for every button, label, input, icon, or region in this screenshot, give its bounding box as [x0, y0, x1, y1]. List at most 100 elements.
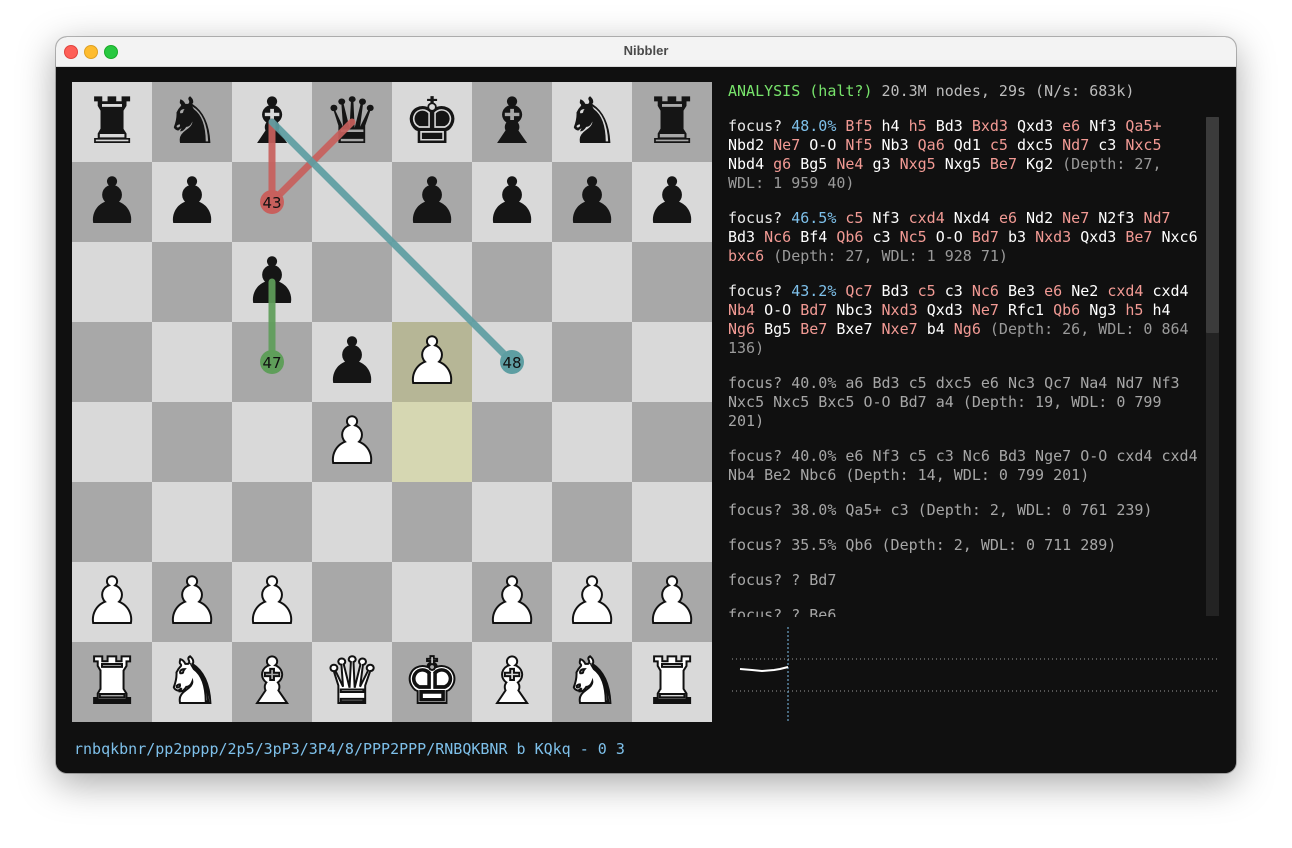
square-h1[interactable]: ♜ [632, 642, 712, 722]
square-g5[interactable] [552, 322, 632, 402]
square-b7[interactable]: ♟ [152, 162, 232, 242]
analysis-status[interactable]: ANALYSIS (halt?) 20.3M nodes, 29s (N/s: … [728, 82, 1206, 101]
black-rook-icon[interactable]: ♜ [72, 82, 152, 162]
pv-move[interactable]: h4 [882, 117, 900, 135]
square-g6[interactable] [552, 242, 632, 322]
analysis-scrollbar[interactable] [1206, 117, 1219, 616]
pv-move[interactable]: Nxc5 [1125, 136, 1161, 154]
pv-move[interactable]: c3 [945, 282, 963, 300]
black-pawn-icon[interactable]: ♟ [72, 162, 152, 242]
pv-move[interactable]: Qxd3 [1080, 228, 1116, 246]
square-c5[interactable] [232, 322, 312, 402]
pv-move[interactable]: Nxd3 [882, 301, 918, 319]
black-pawn-icon[interactable]: ♟ [392, 162, 472, 242]
pv-move[interactable]: Nb4 [728, 301, 755, 319]
pv-move[interactable]: Be7 [800, 320, 827, 338]
white-pawn-icon[interactable]: ♟ [632, 562, 712, 642]
pv-move[interactable]: O-O [764, 301, 791, 319]
pv-move[interactable]: Ne7 [1062, 209, 1089, 227]
pv-move[interactable]: Bxd3 [972, 117, 1008, 135]
pv-move[interactable]: cxd4 [909, 209, 945, 227]
pv-move[interactable]: h5 [909, 117, 927, 135]
pv-move[interactable]: Ng6 [728, 320, 755, 338]
square-d2[interactable] [312, 562, 392, 642]
pv-line-inactive[interactable]: focus? ? Bd7 [728, 571, 1206, 590]
pv-move[interactable]: Ne7 [773, 136, 800, 154]
square-a3[interactable] [72, 482, 152, 562]
scrollbar-thumb[interactable] [1206, 117, 1219, 333]
black-pawn-icon[interactable]: ♟ [312, 322, 392, 402]
square-g1[interactable]: ♞ [552, 642, 632, 722]
square-a7[interactable]: ♟ [72, 162, 152, 242]
pv-move[interactable]: Nxd3 [1035, 228, 1071, 246]
pv-move[interactable]: Bd3 [728, 228, 755, 246]
pv-move[interactable]: Nd7 [1062, 136, 1089, 154]
pv-move[interactable]: h5 [1125, 301, 1143, 319]
pv-move[interactable]: b3 [1008, 228, 1026, 246]
square-e2[interactable] [392, 562, 472, 642]
square-h2[interactable]: ♟ [632, 562, 712, 642]
pv-move[interactable]: Qxd3 [927, 301, 963, 319]
chess-board[interactable]: ♜ ♞ ♝ ♛ ♚ ♝ ♞ ♜ ♟ ♟ ♟ ♟ ♟ ♟ ♟ ♟ ♟ ♟ ♟ ♟ ♟ ♟ ♟ ♟ ♜ ♞ ♝ ♛ ♚ ♝ ♞ ♜ 43 47 48 [72, 82, 712, 722]
pv-move[interactable]: Qb6 [1053, 301, 1080, 319]
square-d5[interactable]: ♟ [312, 322, 392, 402]
square-a8[interactable]: ♜ [72, 82, 152, 162]
square-h7[interactable]: ♟ [632, 162, 712, 242]
pv-move[interactable]: Bg5 [764, 320, 791, 338]
square-f3[interactable] [472, 482, 552, 562]
pv-move[interactable]: Ng3 [1089, 301, 1116, 319]
pv-move[interactable]: Ne7 [972, 301, 999, 319]
square-g2[interactable]: ♟ [552, 562, 632, 642]
square-g4[interactable] [552, 402, 632, 482]
pv-move[interactable]: Nc6 [764, 228, 791, 246]
square-b2[interactable]: ♟ [152, 562, 232, 642]
square-e8[interactable]: ♚ [392, 82, 472, 162]
square-a1[interactable]: ♜ [72, 642, 152, 722]
square-d4[interactable]: ♟ [312, 402, 392, 482]
white-pawn-icon[interactable]: ♟ [72, 562, 152, 642]
square-b8[interactable]: ♞ [152, 82, 232, 162]
pv-move[interactable]: Qd1 [954, 136, 981, 154]
black-pawn-icon[interactable]: ♟ [472, 162, 552, 242]
square-h6[interactable] [632, 242, 712, 322]
focus-toggle[interactable]: focus? [728, 117, 782, 135]
square-e3[interactable] [392, 482, 472, 562]
white-pawn-icon[interactable]: ♟ [312, 402, 392, 482]
black-pawn-icon[interactable]: ♟ [232, 242, 312, 322]
pv-move[interactable]: Nxe7 [882, 320, 918, 338]
pv-move[interactable]: Bf4 [800, 228, 827, 246]
black-pawn-icon[interactable]: ♟ [152, 162, 232, 242]
square-d7[interactable] [312, 162, 392, 242]
pv-move[interactable]: c5 [845, 209, 863, 227]
pv-move[interactable]: Nc6 [972, 282, 999, 300]
pv-move[interactable]: Nb3 [882, 136, 909, 154]
pv-move[interactable]: O-O [809, 136, 836, 154]
square-e6[interactable] [392, 242, 472, 322]
pv-move[interactable]: N2f3 [1098, 209, 1134, 227]
pv-move[interactable]: Nf5 [845, 136, 872, 154]
square-f2[interactable]: ♟ [472, 562, 552, 642]
pv-move[interactable]: Ne4 [836, 155, 863, 173]
white-knight-icon[interactable]: ♞ [152, 642, 232, 722]
black-pawn-icon[interactable]: ♟ [632, 162, 712, 242]
pv-move[interactable]: Be3 [1008, 282, 1035, 300]
pv-line-inactive[interactable]: focus? 40.0% a6 Bd3 c5 dxc5 e6 Nc3 Qc7 N… [728, 374, 1206, 431]
square-c8[interactable]: ♝ [232, 82, 312, 162]
black-king-icon[interactable]: ♚ [392, 82, 472, 162]
pv-line-inactive[interactable]: focus? ? Be6 [728, 606, 1206, 617]
pv-move[interactable]: Nf3 [1089, 117, 1116, 135]
square-g8[interactable]: ♞ [552, 82, 632, 162]
square-c3[interactable] [232, 482, 312, 562]
pv-line-inactive[interactable]: focus? 38.0% Qa5+ c3 (Depth: 2, WDL: 0 7… [728, 501, 1206, 520]
square-f8[interactable]: ♝ [472, 82, 552, 162]
white-king-icon[interactable]: ♚ [392, 642, 472, 722]
square-f6[interactable] [472, 242, 552, 322]
pv-line[interactable]: focus? 48.0% Bf5 h4 h5 Bd3 Bxd3 Qxd3 e6 … [728, 117, 1206, 193]
square-d1[interactable]: ♛ [312, 642, 392, 722]
square-g3[interactable] [552, 482, 632, 562]
pv-move[interactable]: bxc6 [728, 247, 764, 265]
white-bishop-icon[interactable]: ♝ [232, 642, 312, 722]
square-b5[interactable] [152, 322, 232, 402]
pv-move[interactable]: Ng6 [954, 320, 981, 338]
square-c2[interactable]: ♟ [232, 562, 312, 642]
